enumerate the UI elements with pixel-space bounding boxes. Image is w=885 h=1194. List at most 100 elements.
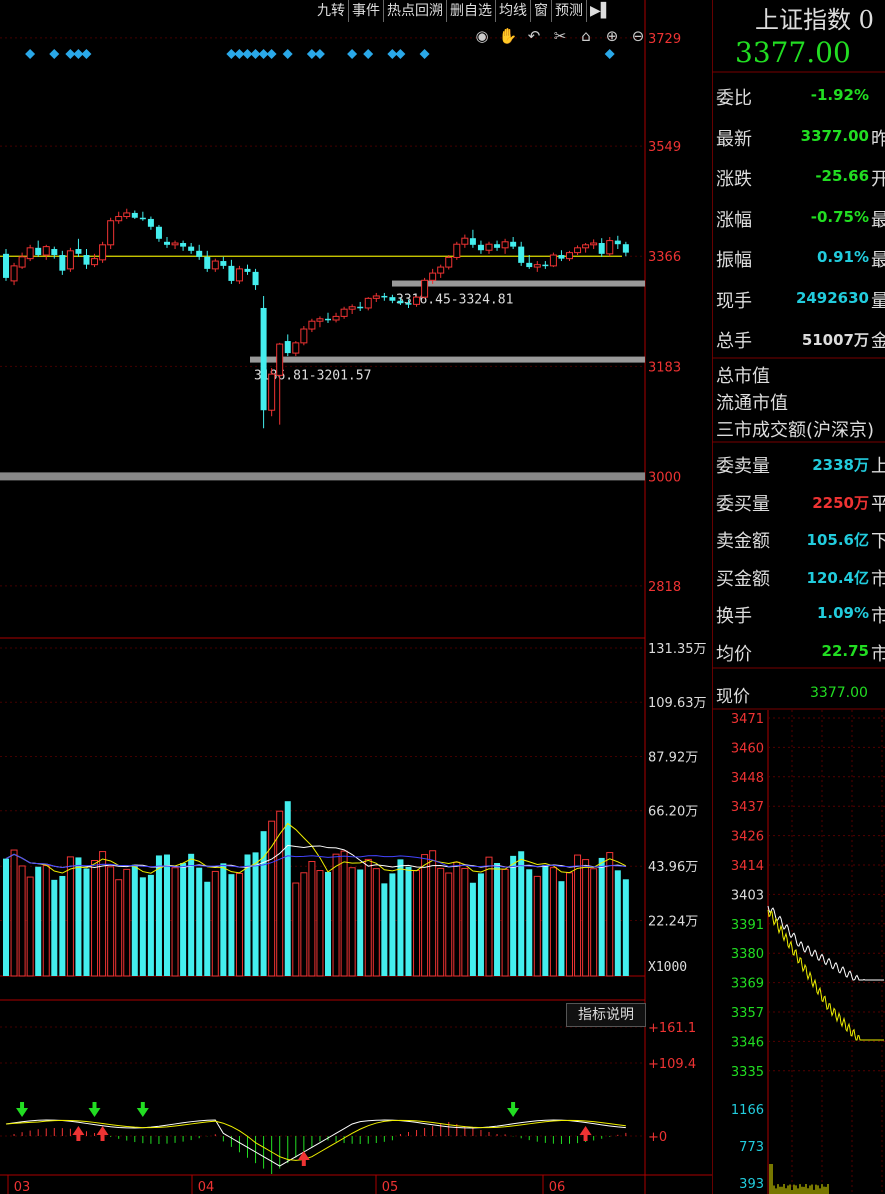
xaxis-label: 06: [549, 1180, 566, 1194]
volume-unit-label: X1000: [648, 960, 687, 975]
candle-body: [220, 261, 227, 266]
candle-body: [316, 318, 324, 322]
quote-separators: [712, 71, 885, 710]
volume-bar: [164, 854, 170, 976]
volume-tick-label: 109.63万: [648, 696, 707, 711]
candle-body: [477, 244, 484, 251]
mini-price-tick: 3369: [731, 977, 764, 992]
toolbar-item-5[interactable]: 窗: [530, 0, 551, 22]
candle-body: [413, 296, 421, 305]
candle-body: [276, 343, 284, 376]
scissors-icon[interactable]: ✂: [550, 26, 570, 46]
volume-bar: [51, 879, 58, 976]
signal-diamond-icon: [604, 49, 615, 59]
toolbar-expand-icon[interactable]: ▶▌: [586, 0, 615, 22]
volume-bar: [155, 855, 162, 976]
candle-body: [292, 342, 300, 354]
volume-bar: [590, 868, 598, 977]
candle-body: [518, 246, 525, 263]
volume-bar: [131, 864, 138, 976]
buy-arrow-icon: [583, 1135, 588, 1141]
mini-price-tick: 3335: [731, 1065, 764, 1080]
mini-volume-tick: 773: [739, 1140, 764, 1155]
volume-bar: [445, 872, 453, 977]
mini-price-tick: 3391: [731, 918, 764, 933]
volume-bar: [574, 854, 582, 977]
mini-volume-tick: 1166: [731, 1103, 764, 1118]
volume-bar: [18, 865, 26, 977]
volume-bar: [91, 859, 99, 977]
candle-body: [332, 315, 340, 321]
volume-bar: [260, 831, 267, 976]
mini-price-tick: 3403: [731, 888, 764, 903]
lock-icon[interactable]: ⌂: [576, 26, 596, 46]
buy-arrow-icon: [76, 1135, 81, 1141]
candle-body: [590, 242, 598, 246]
volume-bar: [558, 881, 565, 976]
volume-tick-label: 66.20万: [648, 805, 698, 820]
zoom-in-icon[interactable]: ⊕: [602, 26, 622, 46]
gap-band: [392, 280, 645, 287]
toolbar-item-0[interactable]: 九转: [314, 0, 348, 22]
candle-body: [437, 266, 445, 274]
candle-body: [252, 271, 259, 286]
candle-body: [211, 260, 219, 270]
volume-bar: [10, 849, 18, 977]
candle-body: [180, 243, 187, 247]
indicator-explain-button[interactable]: 指标说明: [566, 1003, 646, 1027]
candle-body: [91, 258, 99, 266]
hand-icon[interactable]: ✋: [498, 26, 518, 46]
volume-bar: [566, 872, 573, 977]
toolbar-item-2[interactable]: 热点回溯: [383, 0, 446, 22]
candle-body: [244, 268, 251, 272]
toolbar-item-1[interactable]: 事件: [348, 0, 383, 22]
candle-body: [196, 250, 203, 257]
support-band-3000: [0, 472, 645, 481]
mini-avg-line: [767, 909, 884, 1041]
mini-price-tick: 3460: [731, 741, 764, 756]
buy-arrow-icon: [297, 1151, 310, 1160]
buy-arrow-icon: [96, 1126, 109, 1135]
volume-bar: [300, 872, 308, 977]
candle-body: [372, 295, 380, 299]
volume-bar: [501, 868, 509, 977]
candle-body: [139, 217, 146, 220]
candle-body: [510, 241, 517, 247]
volume-bar: [316, 870, 324, 977]
signal-diamond-icon: [25, 49, 36, 59]
candle-body: [228, 265, 235, 281]
volume-bar: [485, 856, 493, 977]
sell-arrow-icon: [507, 1108, 520, 1117]
volume-bar: [389, 873, 396, 976]
sell-arrow-icon: [16, 1108, 29, 1117]
candle-body: [558, 255, 565, 259]
volume-bar: [147, 874, 154, 976]
volume-bar: [35, 866, 42, 976]
volume-bar: [340, 850, 348, 977]
volume-bar: [115, 879, 123, 977]
toolbar-item-3[interactable]: 删自选: [446, 0, 495, 22]
candle-body: [107, 220, 115, 246]
toolbar-item-6[interactable]: 预测: [551, 0, 586, 22]
undo-icon[interactable]: ↶: [524, 26, 544, 46]
mini-price-tick: 3357: [731, 1006, 764, 1021]
volume-bar: [211, 870, 219, 977]
gap-band: [250, 356, 645, 363]
intraday-chart[interactable]: 3471 3460 3448 3437 3426 3414 3403 3391 3380 3369…: [712, 710, 885, 1194]
candle-body: [18, 256, 26, 268]
volume-bar: [518, 851, 525, 976]
price-tick-label: 3729: [648, 32, 681, 47]
toolbar-item-4[interactable]: 均线: [495, 0, 530, 22]
candle-body: [204, 256, 211, 269]
chart-toolbar: 九转 事件 热点回溯 删自选 均线窗预测 ▶▌: [314, 0, 615, 22]
indicator-dif-line: [5, 1119, 626, 1167]
eye-icon[interactable]: ◉: [472, 26, 492, 46]
price-tick-label: 3000: [648, 470, 681, 485]
candle-body: [606, 240, 614, 255]
volume-bar: [606, 852, 614, 977]
volume-bar: [494, 862, 501, 976]
indicator-tick-label: +0: [648, 1130, 667, 1145]
volume-bar: [220, 863, 227, 976]
volume-bar: [276, 810, 284, 977]
zoom-out-icon[interactable]: ⊖: [628, 26, 648, 46]
